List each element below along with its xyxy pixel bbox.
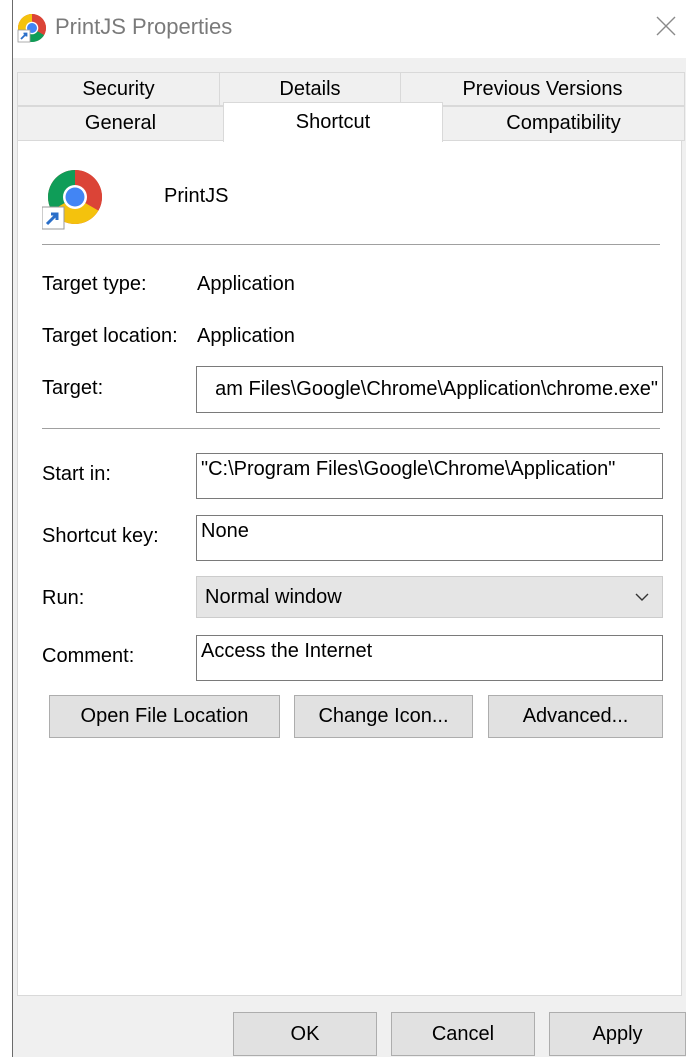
tab-label: Compatibility [506,112,621,134]
run-label: Run: [42,587,85,609]
open-file-location-button[interactable]: Open File Location [49,695,280,738]
tab-details[interactable]: Details [219,72,401,106]
cancel-button[interactable]: Cancel [391,1012,535,1056]
tab-label: Details [279,77,341,100]
chrome-icon [17,14,46,43]
close-icon [656,16,676,36]
separator [42,428,660,429]
apply-button[interactable]: Apply [549,1012,686,1056]
dialog-body: Security Details Previous Versions Gener… [13,58,686,1057]
tab-general[interactable]: General [17,106,224,141]
chrome-shortcut-icon [42,170,103,230]
separator [42,244,660,245]
shortcut-key-label: Shortcut key: [42,525,159,547]
start-in-label: Start in: [42,463,111,485]
tab-label: Shortcut [295,111,371,133]
comment-label: Comment: [42,645,135,667]
comment-input[interactable]: Access the Internet [196,635,663,681]
tab-label: General [84,112,157,134]
chevron-down-icon [635,593,649,601]
tab-previous-versions[interactable]: Previous Versions [400,72,685,106]
ok-button[interactable]: OK [233,1012,377,1056]
close-button[interactable] [646,6,686,46]
target-location-label: Target location: [42,325,178,347]
tab-label: Security [82,77,155,100]
target-location-value: Application [197,325,295,347]
tab-security[interactable]: Security [17,72,220,106]
properties-window: PrintJS Properties Security Details Prev… [12,0,686,1057]
target-type-value: Application [197,273,295,295]
tab-label: Previous Versions [462,77,623,100]
start-in-input[interactable]: "C:\Program Files\Google\Chrome\Applicat… [196,453,663,499]
tab-compatibility[interactable]: Compatibility [442,106,685,141]
target-type-label: Target type: [42,273,147,295]
title-bar[interactable]: PrintJS Properties [13,0,686,58]
window-title: PrintJS Properties [55,14,233,39]
tab-shortcut[interactable]: Shortcut [223,102,443,142]
run-selected-value: Normal window [205,585,342,608]
target-input[interactable]: am Files\Google\Chrome\Application\chrom… [196,366,663,413]
run-select[interactable]: Normal window [196,576,663,618]
target-label: Target: [42,377,104,399]
advanced-button[interactable]: Advanced... [488,695,663,738]
shortcut-name: PrintJS [164,185,229,207]
change-icon-button[interactable]: Change Icon... [294,695,473,738]
shortcut-page: PrintJS Target type: Application Target … [17,140,682,996]
shortcut-key-input[interactable]: None [196,515,663,561]
